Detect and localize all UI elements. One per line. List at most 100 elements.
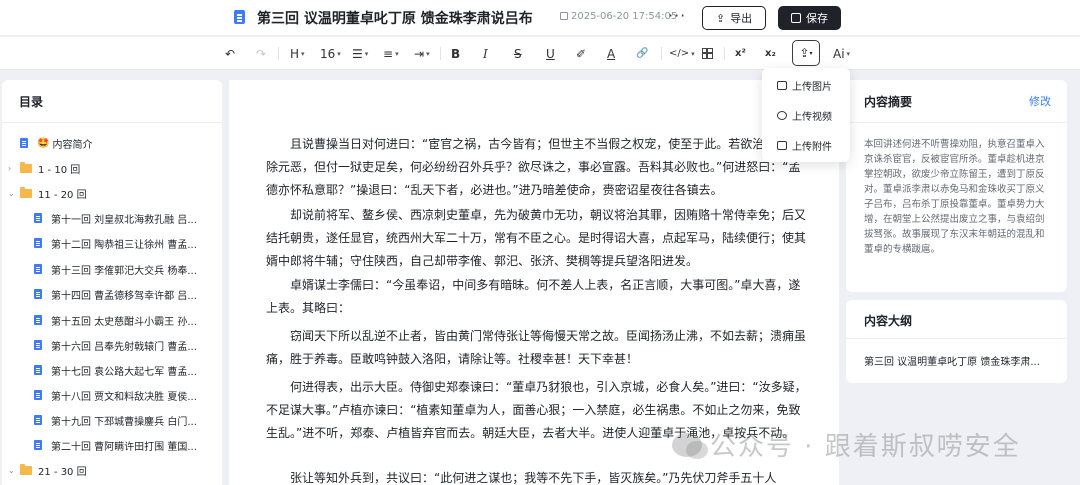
save-icon <box>791 13 801 23</box>
toc-chapter-item[interactable]: 第十五回 太史慈酣斗小霸王 孙... <box>34 311 197 329</box>
superscript-icon[interactable]: x² <box>735 45 746 62</box>
toc-title: 目录 <box>19 95 44 109</box>
upload-video-item[interactable]: 上传视频 <box>777 107 832 123</box>
toc-chapter-item[interactable]: 第十八回 贾文和料敌决胜 夏侯... <box>34 386 197 404</box>
toc-chapter-item[interactable]: 第十六回 吕奉先射戟辕门 曹孟... <box>34 336 197 354</box>
link-icon[interactable]: 🔗 <box>636 45 648 62</box>
upload-attachment-item[interactable]: 上传附件 <box>777 137 832 153</box>
document-icon <box>34 415 42 425</box>
folder-icon <box>20 161 32 173</box>
toc-chapter-item[interactable]: 第二十回 曹阿瞒许田打围 董国... <box>34 436 197 454</box>
toc-item-label: 第十一回 刘皇叔北海救孔融 吕... <box>51 214 197 226</box>
divider <box>2 122 222 123</box>
font-size-value: 16 <box>320 46 336 61</box>
paragraph[interactable]: 窃闻天下所以乱逆不止者，皆由黄门常侍张让等侮慢天常之故。臣闻扬汤止沸，不如去薪；… <box>266 325 812 371</box>
list-icon: ☰ <box>352 46 363 61</box>
document-icon <box>34 390 42 400</box>
document-icon <box>20 138 28 148</box>
table-button[interactable] <box>702 45 713 62</box>
upload-button[interactable]: ⇪ ▾ <box>792 40 820 66</box>
ai-dropdown[interactable]: Ai ▾ <box>833 45 850 62</box>
editor-content[interactable]: 且说曹操当日对何进曰：“宦官之祸，古今皆有；但世主不当假之权宠，使至于此。若欲治… <box>229 80 839 485</box>
chevron-down-icon[interactable]: ⌄ <box>8 189 20 198</box>
toc-chapter-item[interactable]: 第十二回 陶恭祖三让徐州 曹孟... <box>34 234 197 252</box>
outline-title: 内容大纲 <box>864 314 913 328</box>
code-icon: </> <box>669 48 690 59</box>
toc-chapter-item[interactable]: 第十九回 下邳城曹操鏖兵 白门... <box>34 411 197 429</box>
document-icon <box>34 213 42 223</box>
video-icon <box>777 110 787 120</box>
save-button[interactable]: 保存 <box>778 6 841 30</box>
font-size-dropdown[interactable]: 16 ▾ <box>320 45 341 62</box>
more-button[interactable]: ··· <box>668 6 686 26</box>
ai-icon: Ai <box>833 46 845 61</box>
toc-item-label: 第十五回 太史慈酣斗小霸王 孙... <box>51 316 197 328</box>
toc-item-label: 第二十回 曹阿瞒许田打围 董国... <box>51 441 197 453</box>
toc-item-label: 第十三回 李傕郭汜大交兵 杨奉... <box>51 265 197 277</box>
font-color-icon[interactable]: A <box>607 45 615 62</box>
strikethrough-icon[interactable]: S <box>514 45 522 62</box>
toc-item-label: 第十二回 陶恭祖三让徐州 曹孟... <box>51 239 197 251</box>
summary-text: 本回讲述何进不听曹操劝阻，执意召董卓入京诛杀宦官，反被宦官所杀。董卓趁机进京掌控… <box>864 139 1045 255</box>
document-icon <box>34 365 42 375</box>
upload-menu: 上传图片 上传视频 上传附件 <box>762 68 850 162</box>
summary-panel: 内容摘要 修改 本回讲述何进不听曹操劝阻，执意召董卓入京诛杀宦官，反被宦官所杀。… <box>846 80 1067 292</box>
outline-item[interactable]: 第三回 议温明董卓叱丁原 馈金珠李肃... <box>864 353 1054 368</box>
bold-icon[interactable]: B <box>451 45 460 62</box>
toc-chapter-item[interactable]: 第十七回 袁公路大起七军 曹孟... <box>34 361 197 379</box>
toc-item-label: 第十七回 袁公路大起七军 曹孟... <box>51 366 197 378</box>
document-title[interactable]: 第三回 议温明董卓叱丁原 馈金珠李肃说吕布 <box>257 8 533 28</box>
upload-image-item[interactable]: 上传图片 <box>777 77 832 93</box>
list-dropdown[interactable]: ☰ ▾ <box>352 45 368 62</box>
toc-item-label: 第十六回 吕奉先射戟辕门 曹孟... <box>51 341 197 353</box>
subscript-icon[interactable]: x₂ <box>765 45 776 62</box>
toolbar-divider <box>724 47 725 60</box>
toolbar-divider <box>278 47 279 60</box>
document-icon <box>34 340 42 350</box>
paragraph[interactable]: 张让等知外兵到，共议曰：“此何进之谋也；我等不先下手，皆灭族矣。”乃先伏刀斧手五… <box>266 467 812 485</box>
edit-summary-link[interactable]: 修改 <box>1029 93 1051 109</box>
chevron-right-icon[interactable]: › <box>8 164 20 173</box>
chevron-down-icon[interactable]: ⌄ <box>8 466 20 475</box>
folder-icon <box>20 463 32 475</box>
paragraph[interactable]: 且说曹操当日对何进曰：“宦官之祸，古今皆有；但世主不当假之权宠，使至于此。若欲治… <box>266 133 812 202</box>
paragraph[interactable]: 却说前将军、鳌乡侯、西凉刺史董卓，先为破黄巾无功，朝议将治其罪，因贿赂十常侍幸免… <box>266 204 812 273</box>
highlight-icon[interactable]: ✐ <box>576 45 586 62</box>
redo-icon[interactable]: ↷ <box>256 45 266 62</box>
toc-item-label: 第十八回 贾文和料敌决胜 夏侯... <box>51 391 197 403</box>
toc-item-label: 21 - 30 回 <box>38 466 87 478</box>
export-button[interactable]: ⇪ 导出 <box>702 6 766 30</box>
chevron-down-icon: ▾ <box>395 49 399 58</box>
toc-chapter-item[interactable]: 第十四回 曹孟德移驾幸许都 吕... <box>34 285 197 303</box>
indent-icon: ⇥ <box>414 46 425 61</box>
toc-chapter-item[interactable]: 第十三回 李傕郭汜大交兵 杨奉... <box>34 260 197 278</box>
toc-chapter-item[interactable]: 第十一回 刘皇叔北海救孔融 吕... <box>34 209 197 227</box>
upload-icon: ⇪ <box>799 46 810 60</box>
paragraph[interactable]: 卓婿谋士李儒曰：“今虽奉诏，中间多有暗昧。何不差人上表，名正言顺，大事可图。”卓… <box>266 274 812 320</box>
italic-icon[interactable]: I <box>483 45 488 62</box>
save-status-icon <box>560 12 568 20</box>
document-icon <box>34 264 42 274</box>
toc-item-intro[interactable]: 🤩 内容简介 <box>8 134 92 152</box>
underline-icon[interactable]: U <box>546 45 555 62</box>
menu-item-label: 上传视频 <box>792 111 832 123</box>
document-icon <box>34 315 42 325</box>
chevron-down-icon: ▾ <box>809 49 813 57</box>
indent-dropdown[interactable]: ⇥ ▾ <box>414 45 430 62</box>
toc-folder-11-20[interactable]: ⌄ 11 - 20 回 <box>8 184 87 202</box>
heading-dropdown[interactable]: H ▾ <box>290 45 305 62</box>
toc-folder-21-30[interactable]: ⌄ 21 - 30 回 <box>8 461 87 479</box>
table-of-contents: 目录 🤩 内容简介 › 1 - 10 回 ⌄ 11 - 20 回 第十一回 刘皇… <box>2 80 222 485</box>
align-dropdown[interactable]: ≡ ▾ <box>383 45 399 62</box>
undo-icon[interactable]: ↶ <box>225 45 235 62</box>
chevron-down-icon: ▾ <box>426 49 430 58</box>
save-label: 保存 <box>806 12 828 25</box>
code-dropdown[interactable]: </> ▾ <box>669 45 695 62</box>
document-icon <box>34 238 42 248</box>
summary-title: 内容摘要 <box>864 95 913 109</box>
toc-folder-1-10[interactable]: › 1 - 10 回 <box>8 159 80 177</box>
menu-item-label: 上传附件 <box>792 141 832 153</box>
chevron-down-icon: ▾ <box>301 49 305 58</box>
chevron-down-icon: ▾ <box>846 49 851 58</box>
toc-item-label: 第十四回 曹孟德移驾幸许都 吕... <box>51 290 197 302</box>
